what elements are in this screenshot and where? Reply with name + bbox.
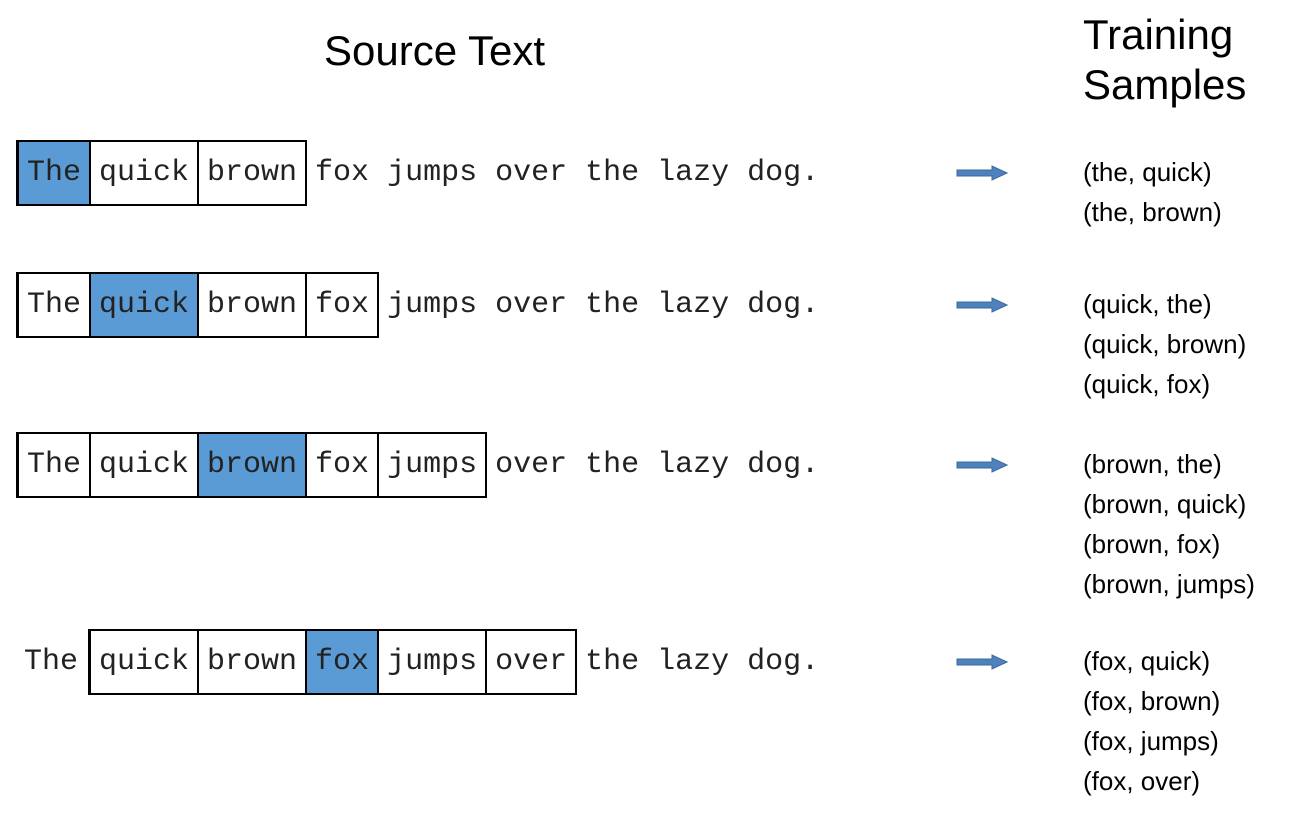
training-sample: (fox, brown)	[1083, 686, 1221, 716]
right-arrow-icon	[956, 297, 1008, 313]
context-word: jumps	[379, 432, 488, 498]
word: the	[585, 448, 640, 482]
source-text-title: Source Text	[324, 27, 546, 74]
context-word: over	[487, 629, 578, 695]
word: over	[495, 156, 568, 190]
context-word: jumps	[379, 629, 488, 695]
training-samples-title-line1: Training	[1083, 11, 1234, 58]
word: lazy	[657, 288, 730, 322]
context-word: The	[16, 272, 92, 338]
training-sample: (brown, fox)	[1083, 529, 1221, 559]
sentence-row: The quick brown fox jumps over the lazy dog.	[16, 627, 829, 697]
training-sample: (quick, fox)	[1083, 369, 1211, 399]
word: lazy	[657, 156, 730, 190]
sentence-row: The quick brown fox jumps over the lazy dog.	[16, 430, 829, 500]
context-word: brown	[199, 629, 308, 695]
word: dog.	[747, 645, 820, 679]
right-arrow-icon	[956, 654, 1008, 670]
right-arrow-icon	[956, 165, 1008, 181]
sentence-row: The quick brown fox jumps over the lazy dog.	[16, 270, 829, 340]
training-samples-list: (fox, quick) (fox, brown) (fox, jumps) (fox…	[1083, 641, 1220, 801]
sentence-row: The quick brown fox jumps over the lazy dog.	[16, 138, 829, 208]
training-samples-list: (brown, the) (brown, quick) (brown, fox) (b…	[1083, 444, 1255, 604]
training-sample: (fox, jumps)	[1083, 726, 1219, 756]
word: The	[24, 645, 79, 679]
word: dog.	[747, 448, 820, 482]
training-sample: (brown, the)	[1083, 449, 1222, 479]
context-word: quick	[88, 629, 200, 695]
training-sample: (brown, quick)	[1083, 489, 1247, 519]
context-word: brown	[199, 140, 308, 206]
training-samples-list: (the, quick) (the, brown)	[1083, 152, 1222, 232]
training-samples-title-line2: Samples	[1083, 61, 1247, 108]
word: lazy	[657, 448, 730, 482]
training-sample: (quick, brown)	[1083, 329, 1247, 359]
target-word: fox	[307, 629, 380, 695]
target-word: quick	[91, 272, 200, 338]
target-word: The	[16, 140, 92, 206]
context-word: fox	[307, 272, 380, 338]
word: the	[585, 645, 640, 679]
word: the	[585, 288, 640, 322]
right-arrow-icon	[956, 457, 1008, 473]
context-word: quick	[91, 140, 200, 206]
context-word: fox	[307, 432, 380, 498]
training-sample: (fox, quick)	[1083, 646, 1211, 676]
training-sample: (the, brown)	[1083, 197, 1222, 227]
training-sample: (the, quick)	[1083, 157, 1212, 187]
context-word: quick	[91, 432, 200, 498]
training-samples-title: Training Samples	[1083, 10, 1246, 110]
word: over	[495, 448, 568, 482]
word: dog.	[747, 288, 820, 322]
word: jumps	[387, 156, 478, 190]
word: fox	[315, 156, 370, 190]
training-sample: (brown, jumps)	[1083, 569, 1255, 599]
word: the	[585, 156, 640, 190]
context-word: brown	[199, 272, 308, 338]
word: dog.	[747, 156, 820, 190]
word: over	[495, 288, 568, 322]
word: lazy	[657, 645, 730, 679]
training-samples-list: (quick, the) (quick, brown) (quick, fox)	[1083, 284, 1246, 404]
word: jumps	[387, 288, 478, 322]
context-word: The	[16, 432, 92, 498]
target-word: brown	[199, 432, 308, 498]
training-sample: (fox, over)	[1083, 766, 1201, 796]
training-sample: (quick, the)	[1083, 289, 1212, 319]
